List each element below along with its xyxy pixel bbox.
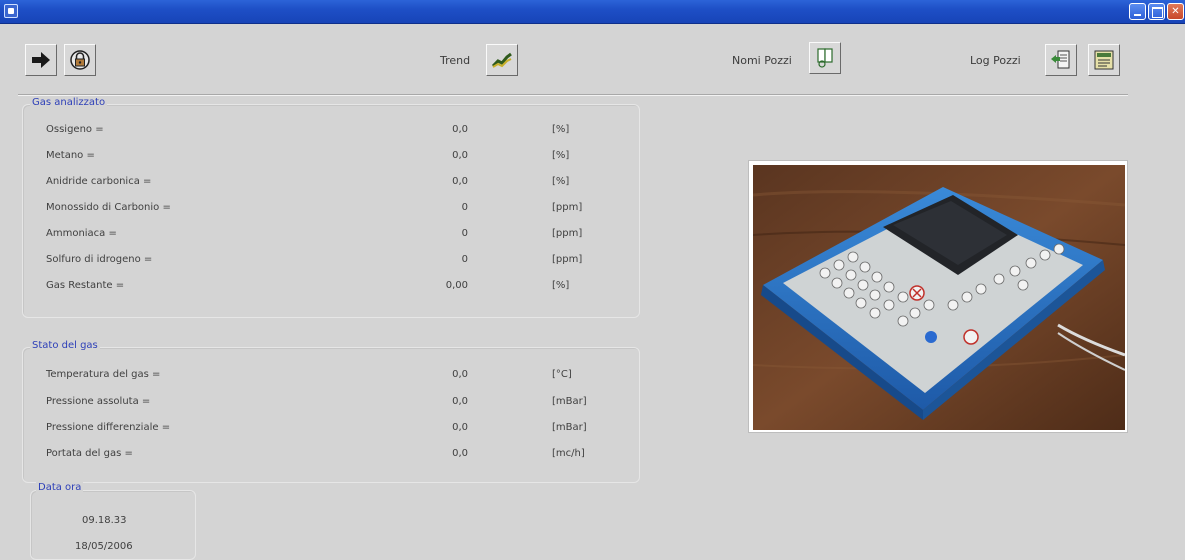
row-unit: [%] bbox=[552, 280, 570, 291]
log-list-button[interactable] bbox=[1088, 44, 1120, 76]
trend-label: Trend bbox=[440, 54, 471, 67]
toolbar-separator bbox=[18, 94, 1128, 95]
row-value: 0,0 bbox=[452, 176, 468, 187]
nomi-pozzi-label: Nomi Pozzi bbox=[732, 54, 792, 67]
toolbar: Trend Nomi Pozzi Log Pozzi bbox=[0, 24, 1185, 94]
log-list-icon bbox=[1094, 50, 1114, 70]
row-unit: [ppm] bbox=[552, 254, 583, 265]
row-unit: [°C] bbox=[552, 369, 572, 380]
book-icon bbox=[817, 48, 833, 68]
row-unit: [%] bbox=[552, 150, 570, 161]
row-label: Anidride carbonica = bbox=[46, 176, 152, 187]
row-label: Pressione assoluta = bbox=[46, 396, 151, 407]
maximize-button[interactable] bbox=[1148, 3, 1165, 20]
nomi-pozzi-button[interactable] bbox=[809, 42, 841, 74]
row-unit: [mBar] bbox=[552, 422, 587, 433]
lock-button[interactable] bbox=[64, 44, 96, 76]
row-label: Monossido di Carbonio = bbox=[46, 202, 171, 213]
row-label: Pressione differenziale = bbox=[46, 422, 171, 433]
log-export-icon bbox=[1051, 50, 1070, 69]
minimize-button[interactable] bbox=[1129, 3, 1146, 20]
device-photo bbox=[753, 165, 1125, 430]
row-label: Metano = bbox=[46, 150, 95, 161]
clock-date: 18/05/2006 bbox=[75, 541, 133, 552]
data-ora-title: Data ora bbox=[36, 482, 84, 493]
gas-analyzer-device-image bbox=[753, 165, 1125, 430]
row-unit: [mc/h] bbox=[552, 448, 585, 459]
row-label: Ammoniaca = bbox=[46, 228, 117, 239]
row-label: Ossigeno = bbox=[46, 124, 104, 135]
close-button[interactable]: ✕ bbox=[1167, 3, 1184, 20]
row-unit: [mBar] bbox=[552, 396, 587, 407]
row-value: 0,00 bbox=[445, 280, 468, 291]
log-pozzi-label: Log Pozzi bbox=[970, 54, 1021, 67]
row-unit: [%] bbox=[552, 124, 570, 135]
row-label: Gas Restante = bbox=[46, 280, 125, 291]
row-value: 0 bbox=[461, 202, 468, 213]
row-value: 0 bbox=[461, 254, 468, 265]
row-unit: [ppm] bbox=[552, 228, 583, 239]
row-value: 0,0 bbox=[452, 150, 468, 161]
lock-icon bbox=[70, 50, 90, 70]
log-export-button[interactable] bbox=[1045, 44, 1077, 76]
row-value: 0,0 bbox=[452, 124, 468, 135]
arrow-right-icon bbox=[32, 52, 50, 68]
start-button[interactable] bbox=[25, 44, 57, 76]
row-label: Solfuro di idrogeno = bbox=[46, 254, 153, 265]
trend-button[interactable] bbox=[486, 44, 518, 76]
row-value: 0,0 bbox=[452, 369, 468, 380]
row-label: Portata del gas = bbox=[46, 448, 133, 459]
row-label: Temperatura del gas = bbox=[46, 369, 161, 380]
row-value: 0,0 bbox=[452, 422, 468, 433]
title-bar: ✕ bbox=[0, 0, 1185, 24]
device-photo-frame bbox=[748, 160, 1128, 433]
stato-gas-group bbox=[22, 347, 640, 483]
row-value: 0,0 bbox=[452, 448, 468, 459]
app-icon bbox=[4, 4, 18, 18]
row-unit: [ppm] bbox=[552, 202, 583, 213]
clock-time: 09.18.33 bbox=[82, 515, 127, 526]
trend-chart-icon bbox=[491, 52, 512, 68]
row-value: 0 bbox=[461, 228, 468, 239]
row-unit: [%] bbox=[552, 176, 570, 187]
gas-analizzato-title: Gas analizzato bbox=[30, 97, 108, 108]
row-value: 0,0 bbox=[452, 396, 468, 407]
stato-gas-title: Stato del gas bbox=[30, 340, 100, 351]
